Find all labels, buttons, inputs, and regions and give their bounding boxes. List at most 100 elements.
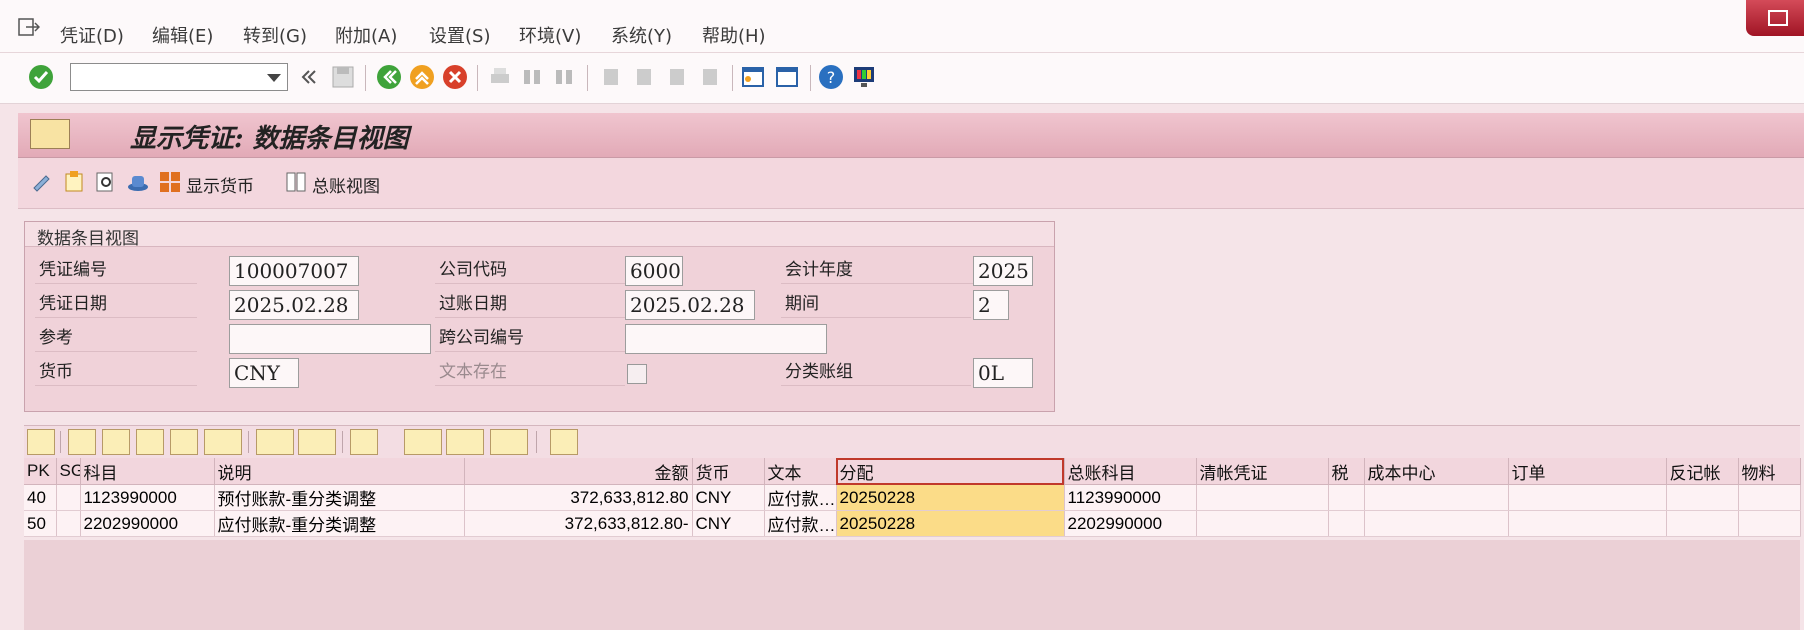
- column-header-order[interactable]: 订单: [1508, 458, 1667, 485]
- column-header-description[interactable]: 说明: [214, 458, 465, 485]
- table-row[interactable]: 40 1123990000 预付账款-重分类调整 372,633,812.80 …: [24, 484, 1801, 511]
- cell-text[interactable]: 应付款…: [764, 484, 837, 511]
- doc-date-field[interactable]: 2025.02.28: [229, 290, 359, 320]
- menu-edit[interactable]: 编辑(E): [152, 22, 213, 48]
- layout-icon[interactable]: [490, 429, 528, 455]
- currency-field[interactable]: CNY: [229, 358, 299, 388]
- views-icon[interactable]: [404, 429, 442, 455]
- cross-company-field[interactable]: [625, 324, 827, 354]
- cell-clearing-doc[interactable]: [1196, 484, 1329, 511]
- filter-icon[interactable]: [204, 429, 242, 455]
- enter-check-icon[interactable]: [28, 64, 54, 90]
- exit-up-icon[interactable]: [409, 64, 435, 90]
- column-header-text[interactable]: 文本: [764, 458, 837, 485]
- column-header-cost-center[interactable]: 成本中心: [1364, 458, 1509, 485]
- cell-account[interactable]: 1123990000: [80, 484, 215, 511]
- details-icon[interactable]: [27, 429, 55, 455]
- ledger-group-field[interactable]: 0L: [973, 358, 1033, 388]
- chevron-down-icon[interactable]: [267, 74, 281, 82]
- column-header-reversal[interactable]: 反记帐: [1666, 458, 1739, 485]
- cell-order[interactable]: [1508, 484, 1667, 511]
- first-page-icon[interactable]: [598, 64, 624, 90]
- cell-sg[interactable]: [56, 484, 81, 511]
- new-session-icon[interactable]: [740, 64, 766, 90]
- sort-descending-icon[interactable]: [102, 429, 130, 455]
- cell-gl-account[interactable]: 2202990000: [1064, 510, 1197, 537]
- table-row[interactable]: 50 2202990000 应付账款-重分类调整 372,633,812.80-…: [24, 510, 1801, 537]
- cell-pk[interactable]: 40: [24, 484, 57, 511]
- reference-field[interactable]: [229, 324, 431, 354]
- cell-reversal[interactable]: [1666, 484, 1739, 511]
- cell-description[interactable]: 预付账款-重分类调整: [214, 484, 465, 511]
- cell-gl-account[interactable]: 1123990000: [1064, 484, 1197, 511]
- column-header-amount[interactable]: 金额: [464, 458, 693, 485]
- cell-order[interactable]: [1508, 510, 1667, 537]
- period-field[interactable]: 2: [973, 290, 1009, 320]
- column-header-gl-account[interactable]: 总账科目: [1064, 458, 1197, 485]
- column-header-tax[interactable]: 税: [1328, 458, 1365, 485]
- command-field[interactable]: [70, 63, 288, 91]
- cell-cost-center[interactable]: [1364, 510, 1509, 537]
- display-change-icon[interactable]: [30, 170, 54, 194]
- cell-assignment[interactable]: 20250228: [836, 510, 1065, 537]
- posting-date-field[interactable]: 2025.02.28: [625, 290, 755, 320]
- menu-goto[interactable]: 转到(G): [243, 22, 307, 48]
- save-icon[interactable]: [330, 64, 356, 90]
- cell-cost-center[interactable]: [1364, 484, 1509, 511]
- cell-sg[interactable]: [56, 510, 81, 537]
- gl-view-icon[interactable]: [284, 170, 308, 194]
- sort-ascending-icon[interactable]: [68, 429, 96, 455]
- doc-no-field[interactable]: 100007007: [229, 256, 359, 286]
- cell-clearing-doc[interactable]: [1196, 510, 1329, 537]
- subtotal-icon[interactable]: [298, 429, 336, 455]
- sum-icon[interactable]: [256, 429, 294, 455]
- window-close-button[interactable]: [1746, 0, 1804, 36]
- cell-description[interactable]: 应付账款-重分类调整: [214, 510, 465, 537]
- transaction-menu-icon[interactable]: [30, 119, 70, 149]
- cell-currency[interactable]: CNY: [692, 484, 765, 511]
- help-icon[interactable]: ?: [818, 64, 844, 90]
- info-icon[interactable]: [550, 429, 578, 455]
- cell-text[interactable]: 应付款…: [764, 510, 837, 537]
- find-icon[interactable]: [519, 64, 545, 90]
- column-header-material[interactable]: 物料: [1738, 458, 1801, 485]
- menu-system[interactable]: 系统(Y): [611, 22, 672, 48]
- menu-extras[interactable]: 附加(A): [335, 22, 397, 48]
- cell-assignment[interactable]: 20250228: [836, 484, 1065, 511]
- cell-pk[interactable]: 50: [24, 510, 57, 537]
- customize-layout-icon[interactable]: [851, 64, 877, 90]
- menu-help[interactable]: 帮助(H): [702, 22, 766, 48]
- previous-page-icon[interactable]: [631, 64, 657, 90]
- shortcut-icon[interactable]: [774, 64, 800, 90]
- back-icon[interactable]: [376, 64, 402, 90]
- menu-settings[interactable]: 设置(S): [429, 22, 490, 48]
- exit-icon[interactable]: [18, 18, 40, 36]
- cell-tax[interactable]: [1328, 484, 1365, 511]
- print-preview-icon[interactable]: [350, 429, 378, 455]
- collapse-double-chevron-icon[interactable]: [296, 64, 322, 90]
- column-header-clearing-doc[interactable]: 清帐凭证: [1196, 458, 1329, 485]
- cell-currency[interactable]: CNY: [692, 510, 765, 537]
- cell-reversal[interactable]: [1666, 510, 1739, 537]
- gl-view-button[interactable]: 总账视图: [312, 172, 380, 197]
- cell-tax[interactable]: [1328, 510, 1365, 537]
- cell-amount[interactable]: 372,633,812.80: [464, 484, 693, 511]
- menu-environment[interactable]: 环境(V): [519, 22, 581, 48]
- column-header-assignment[interactable]: 分配: [836, 458, 1065, 485]
- find-next-icon[interactable]: [170, 429, 198, 455]
- cell-material[interactable]: [1738, 510, 1801, 537]
- find-icon[interactable]: [136, 429, 164, 455]
- text-exists-checkbox[interactable]: [627, 364, 647, 384]
- currency-icon[interactable]: [158, 170, 182, 194]
- hat-icon[interactable]: [126, 170, 150, 194]
- export-icon[interactable]: [446, 429, 484, 455]
- show-currency-button[interactable]: 显示货币: [186, 172, 254, 197]
- cell-material[interactable]: [1738, 484, 1801, 511]
- column-header-sg[interactable]: SG: [56, 458, 81, 485]
- cell-account[interactable]: 2202990000: [80, 510, 215, 537]
- last-page-icon[interactable]: [697, 64, 723, 90]
- company-code-field[interactable]: 6000: [625, 256, 683, 286]
- column-header-currency[interactable]: 货币: [692, 458, 765, 485]
- find-next-icon[interactable]: [551, 64, 577, 90]
- search-document-icon[interactable]: [94, 170, 118, 194]
